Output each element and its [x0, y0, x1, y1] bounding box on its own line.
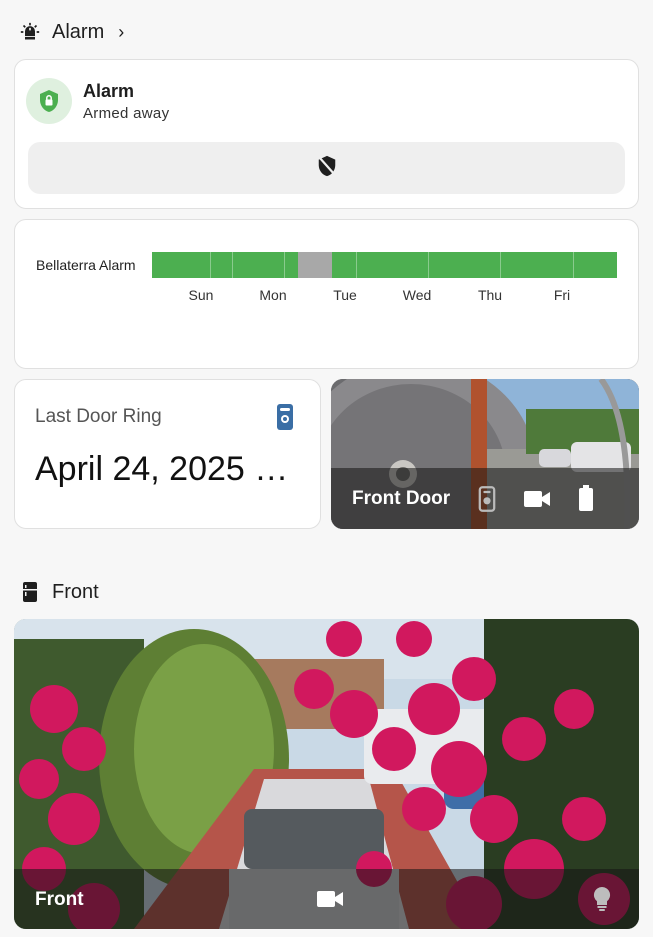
history-day-label: Fri — [553, 287, 571, 303]
chevron-right-icon: › — [118, 21, 125, 42]
alarm-state: Armed away — [83, 105, 170, 122]
history-tick — [573, 252, 574, 278]
last-door-ring-card[interactable]: Last Door Ring April 24, 2025 at… — [14, 379, 321, 529]
battery-icon[interactable] — [578, 485, 594, 516]
camera-title: Front — [35, 889, 84, 910]
doorbell-icon[interactable] — [478, 486, 496, 517]
history-day-label: Sun — [188, 287, 214, 303]
section-title: Front — [52, 580, 99, 603]
history-tick — [284, 252, 285, 278]
history-segment-armed[interactable] — [332, 252, 617, 278]
section-title: Alarm — [52, 20, 105, 43]
camera-overlay-bar: Front Door — [331, 468, 639, 529]
history-tick — [428, 252, 429, 278]
doorbell-icon — [275, 403, 295, 431]
fridge-icon — [20, 582, 40, 602]
front-camera-card[interactable]: Front — [14, 619, 639, 929]
history-entity-label: Bellaterra Alarm — [36, 257, 136, 273]
alarm-history-card: Bellaterra Alarm Sun Mon Tue Wed Thu Fri — [14, 219, 639, 369]
history-day-label: Thu — [477, 287, 503, 303]
alarm-section-header[interactable]: Alarm › — [20, 20, 124, 44]
history-day-label: Mon — [259, 287, 287, 303]
lightbulb-icon[interactable] — [592, 886, 612, 917]
history-tick — [500, 252, 501, 278]
video-icon[interactable] — [524, 490, 550, 513]
history-tick — [210, 252, 211, 278]
history-tick — [232, 252, 233, 278]
shield-lock-icon[interactable] — [26, 78, 72, 124]
history-day-label: Tue — [333, 287, 357, 303]
shield-off-icon — [316, 155, 338, 182]
history-timeline[interactable] — [152, 252, 617, 278]
front-section-header[interactable]: Front — [20, 580, 99, 604]
camera-title: Front Door — [352, 488, 451, 509]
front-door-camera-card[interactable]: Front Door — [331, 379, 639, 529]
history-tick — [356, 252, 357, 278]
history-segment-armed[interactable] — [152, 252, 298, 278]
disarm-button[interactable] — [28, 142, 625, 194]
camera-overlay-bar: Front — [14, 869, 639, 929]
ring-title: Last Door Ring — [35, 406, 162, 427]
alarm-panel-card: Alarm Armed away — [14, 59, 639, 209]
video-icon[interactable] — [317, 890, 343, 913]
history-segment-unavailable[interactable] — [298, 252, 332, 278]
history-day-label: Wed — [402, 287, 432, 303]
ring-value: April 24, 2025 at… — [35, 450, 305, 488]
alarm-light-icon — [20, 22, 40, 42]
alarm-name: Alarm — [83, 81, 135, 101]
